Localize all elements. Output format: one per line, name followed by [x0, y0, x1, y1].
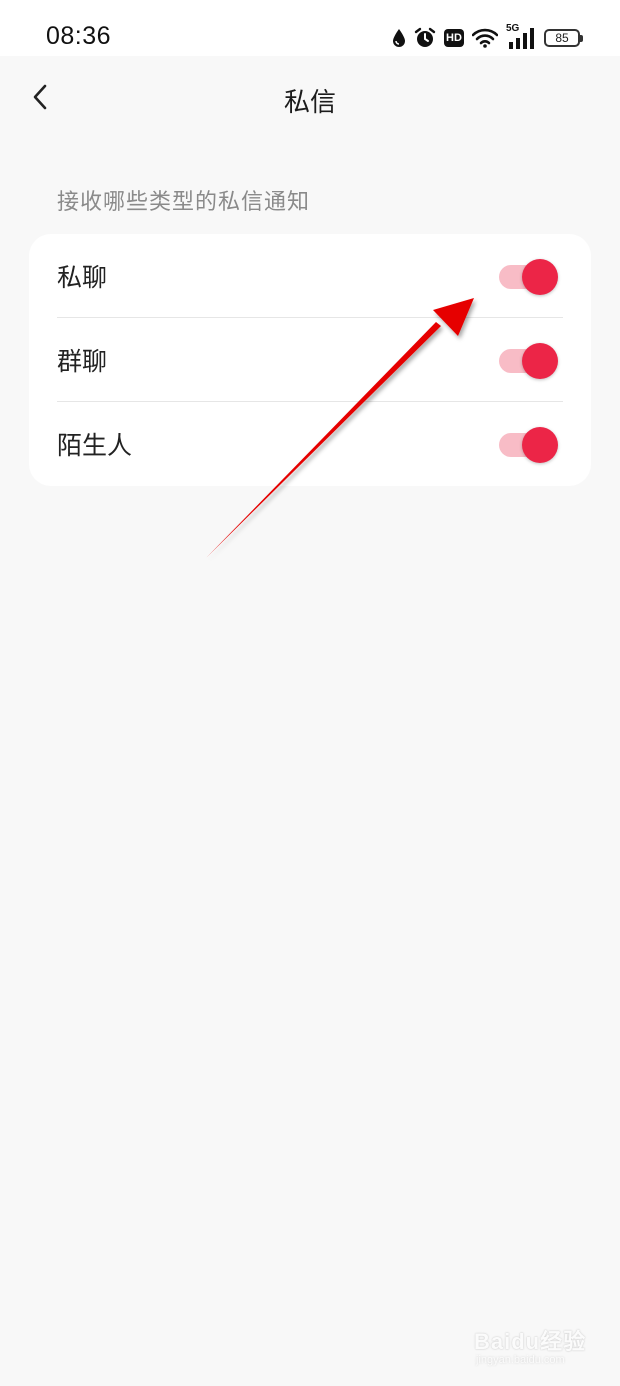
- toggle-knob: [522, 259, 558, 295]
- status-icons: HD 5G 85: [392, 23, 583, 52]
- section-label: 接收哪些类型的私信通知: [57, 190, 311, 215]
- toggle-knob: [522, 343, 558, 379]
- group-chat-toggle[interactable]: [499, 343, 559, 379]
- setting-row-group-chat[interactable]: 群聊: [29, 318, 591, 402]
- status-bar: 08:36 HD 5G 85: [0, 0, 620, 56]
- page-title: 私信: [283, 88, 336, 118]
- setting-row-strangers[interactable]: 陌生人: [29, 402, 591, 486]
- battery-level: 85: [555, 31, 569, 45]
- setting-label: 私聊: [57, 263, 108, 292]
- setting-row-private-chat[interactable]: 私聊: [29, 234, 591, 318]
- hd-icon: HD: [444, 29, 464, 47]
- status-time: 08:36: [46, 22, 112, 50]
- header: 私信: [0, 56, 620, 144]
- strangers-toggle[interactable]: [499, 427, 559, 463]
- battery-icon: 85: [544, 29, 583, 47]
- screen: 08:36 HD 5G 85 私信 接收哪些类型的私信通知 私聊 群聊 陌生人 …: [0, 0, 620, 1386]
- wifi-icon: [472, 28, 498, 48]
- watermark-logo: Baidu经验 jingyan.baidu.com: [474, 1324, 594, 1374]
- watermark-brand: Baidu经验: [474, 1329, 587, 1354]
- setting-label: 群聊: [57, 347, 108, 376]
- settings-card: 私聊 群聊 陌生人: [29, 234, 591, 486]
- watermark-sub: jingyan.baidu.com: [476, 1354, 565, 1366]
- signal-5g-icon: 5G: [506, 23, 536, 51]
- toggle-knob: [522, 427, 558, 463]
- alarm-icon: [414, 27, 436, 49]
- private-chat-toggle[interactable]: [499, 259, 559, 295]
- water-drop-icon: [392, 28, 406, 48]
- setting-label: 陌生人: [57, 431, 133, 460]
